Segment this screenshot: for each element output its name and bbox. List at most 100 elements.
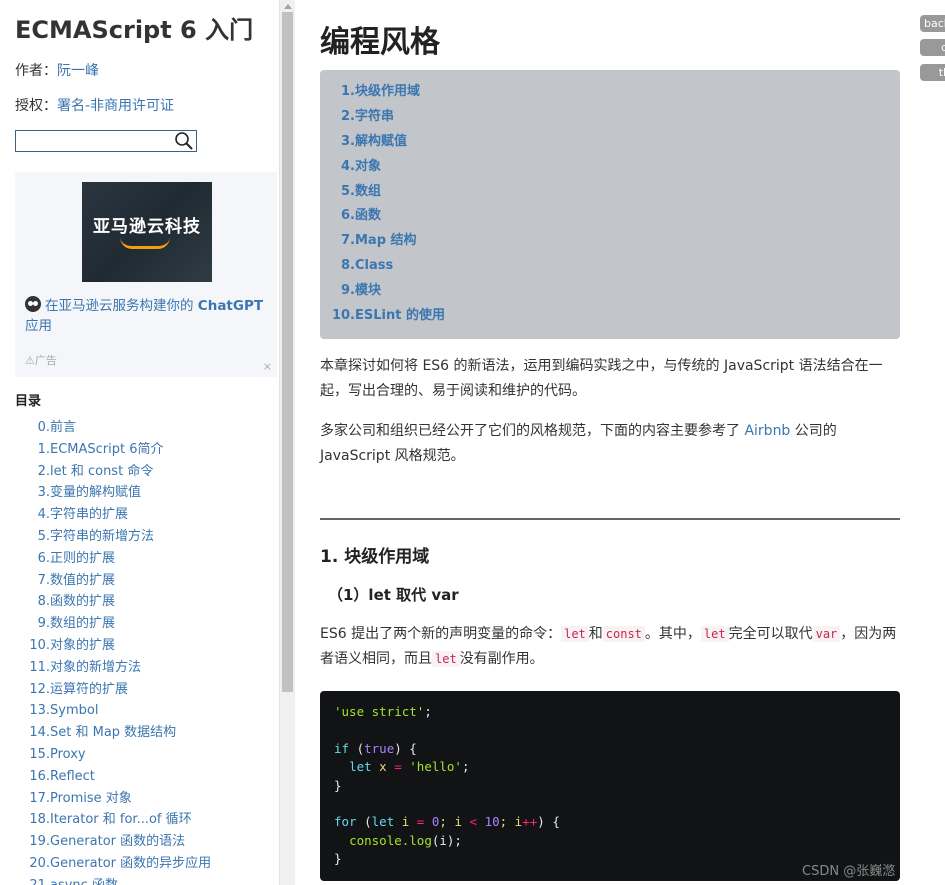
toc-item[interactable]: 3.变量的解构赋值: [0, 482, 279, 504]
toc-item[interactable]: 5.字符串的新增方法: [0, 526, 279, 548]
scroll-thumb[interactable]: [282, 12, 293, 692]
edge-button-th[interactable]: th: [920, 64, 945, 81]
toc-item[interactable]: 16.Reflect: [0, 766, 279, 788]
toc-item-label[interactable]: 字符串的新增方法: [50, 529, 154, 544]
chapter-toc-label[interactable]: 模块: [355, 283, 381, 298]
chapter-toc-label[interactable]: 解构赋值: [355, 134, 407, 149]
toc-item-label[interactable]: Iterator 和 for...of 循环: [50, 812, 192, 827]
author-link[interactable]: 阮一峰: [57, 63, 99, 79]
toc-item-label[interactable]: 前言: [50, 420, 76, 435]
scroll-up-arrow-icon[interactable]: [284, 4, 292, 9]
ad-link-suffix: 应用: [25, 318, 52, 334]
toc-item-label[interactable]: 字符串的扩展: [50, 507, 128, 522]
toc-item[interactable]: 14.Set 和 Map 数据结构: [0, 722, 279, 744]
ad-close-button[interactable]: ×: [263, 360, 272, 373]
code-block: 'use strict'; if (true) { let x = 'hello…: [320, 691, 900, 881]
chapter-toc-label[interactable]: 对象: [355, 159, 381, 174]
license-link[interactable]: 署名-非商用许可证: [57, 98, 174, 114]
toc-item-label[interactable]: 函数的扩展: [50, 594, 115, 609]
toc-item-number: 12.: [29, 681, 50, 697]
chapter-toc-item[interactable]: 3.解构赋值: [320, 130, 900, 155]
code-token: <: [469, 814, 478, 830]
toc-item[interactable]: 1.ECMAScript 6简介: [0, 439, 279, 461]
toc-item-label[interactable]: 正则的扩展: [50, 551, 115, 566]
toc-item[interactable]: 9.数组的扩展: [0, 613, 279, 635]
toc-item-number: 21.: [0, 875, 50, 885]
chapter-toc-label[interactable]: ESLint 的使用: [355, 308, 445, 323]
toc-item[interactable]: 17.Promise 对象: [0, 788, 279, 810]
subsection-heading: （1）let 取代 var: [328, 586, 459, 604]
toc-item[interactable]: 10.对象的扩展: [0, 635, 279, 657]
code-token: true: [364, 740, 395, 756]
code-token: }: [334, 777, 342, 793]
toc-item-label[interactable]: let 和 const 命令: [50, 464, 153, 479]
amazon-smile-icon: [120, 237, 170, 249]
toc-item-label[interactable]: ECMAScript 6简介: [50, 442, 164, 457]
toc-item-label[interactable]: 对象的扩展: [50, 638, 115, 653]
inline-code: const: [602, 626, 645, 642]
ad-image-text: 亚马逊云科技: [93, 217, 201, 237]
reference-text: 多家公司和组织已经公开了它们的风格规范，下面的内容主要参考了: [320, 423, 745, 439]
license-line: 授权：署名-非商用许可证: [15, 95, 174, 115]
chapter-toc-number: 3.: [341, 133, 355, 149]
toc-item-label[interactable]: 数组的扩展: [50, 616, 115, 631]
toc-item-label[interactable]: Promise 对象: [50, 791, 132, 806]
toc-item[interactable]: 11.对象的新增方法: [0, 657, 279, 679]
ad-link[interactable]: 在亚马逊云服务构建你的 ChatGPT 应用: [25, 296, 273, 336]
toc-item[interactable]: 4.字符串的扩展: [0, 504, 279, 526]
chapter-toc-item[interactable]: 4.对象: [320, 155, 900, 180]
edge-button-c[interactable]: c: [920, 39, 945, 56]
chapter-toc-item[interactable]: 1.块级作用域: [320, 80, 900, 105]
toc-item-label[interactable]: 对象的新增方法: [50, 660, 141, 675]
toc-item[interactable]: 0.前言: [0, 417, 279, 439]
chapter-toc-label[interactable]: Class: [355, 258, 393, 273]
airbnb-link[interactable]: Airbnb: [744, 423, 790, 439]
sidebar-scrollbar[interactable]: [279, 0, 295, 885]
code-token: ; i: [499, 814, 523, 830]
ad-image[interactable]: 亚马逊云科技: [82, 182, 212, 282]
chapter-toc-item[interactable]: 5.数组: [320, 180, 900, 205]
toc-item-label[interactable]: Generator 函数的语法: [50, 834, 185, 849]
search-icon[interactable]: [174, 131, 194, 151]
chapter-toc-item[interactable]: 9.模块: [320, 279, 900, 304]
chapter-toc-label[interactable]: 数组: [355, 184, 381, 199]
toc-item[interactable]: 6.正则的扩展: [0, 548, 279, 570]
toc-item[interactable]: 12.运算符的扩展: [0, 679, 279, 701]
code-token: ) {: [537, 814, 560, 830]
back-to-top-button[interactable]: back: [920, 15, 945, 32]
chapter-toc-label[interactable]: 字符串: [355, 109, 394, 124]
toc-item[interactable]: 2.let 和 const 命令: [0, 461, 279, 483]
code-token: ++: [522, 814, 538, 830]
chapter-toc-label[interactable]: 函数: [355, 208, 381, 223]
toc-item-number: 5.: [37, 528, 50, 544]
toc-item-label[interactable]: Set 和 Map 数据结构: [50, 725, 176, 740]
code-token: 'hello': [409, 759, 462, 775]
chapter-toc-label[interactable]: 块级作用域: [355, 84, 420, 99]
toc-item-label[interactable]: 数值的扩展: [50, 573, 115, 588]
toc-item[interactable]: 13.Symbol: [0, 700, 279, 722]
toc-item[interactable]: 15.Proxy: [0, 744, 279, 766]
toc-item-label[interactable]: Proxy: [50, 747, 86, 762]
toc-item-label[interactable]: 运算符的扩展: [50, 682, 128, 697]
chapter-toc-item[interactable]: 10.ESLint 的使用: [320, 304, 900, 329]
toc-item[interactable]: 18.Iterator 和 for...of 循环: [0, 809, 279, 831]
toc-item[interactable]: 8.函数的扩展: [0, 591, 279, 613]
inline-code: let: [432, 651, 460, 667]
toc-item-label[interactable]: 变量的解构赋值: [50, 485, 141, 500]
toc-item-label[interactable]: async 函数: [50, 878, 118, 885]
chapter-toc-item[interactable]: 8.Class: [320, 254, 900, 279]
search-input[interactable]: [18, 133, 178, 151]
toc-item[interactable]: 7.数值的扩展: [0, 570, 279, 592]
chapter-toc-item[interactable]: 6.函数: [320, 204, 900, 229]
toc-item-label[interactable]: Symbol: [50, 703, 98, 718]
toc-item-label[interactable]: Generator 函数的异步应用: [50, 856, 211, 871]
toc-item[interactable]: 21.async 函数: [0, 875, 279, 885]
chapter-toc-item[interactable]: 7.Map 结构: [320, 229, 900, 254]
toc-item-label[interactable]: Reflect: [50, 769, 95, 784]
toc-item[interactable]: 19.Generator 函数的语法: [0, 831, 279, 853]
chapter-toc-item[interactable]: 2.字符串: [320, 105, 900, 130]
chapter-toc-label[interactable]: Map 结构: [355, 233, 417, 248]
toc-item[interactable]: 20.Generator 函数的异步应用: [0, 853, 279, 875]
